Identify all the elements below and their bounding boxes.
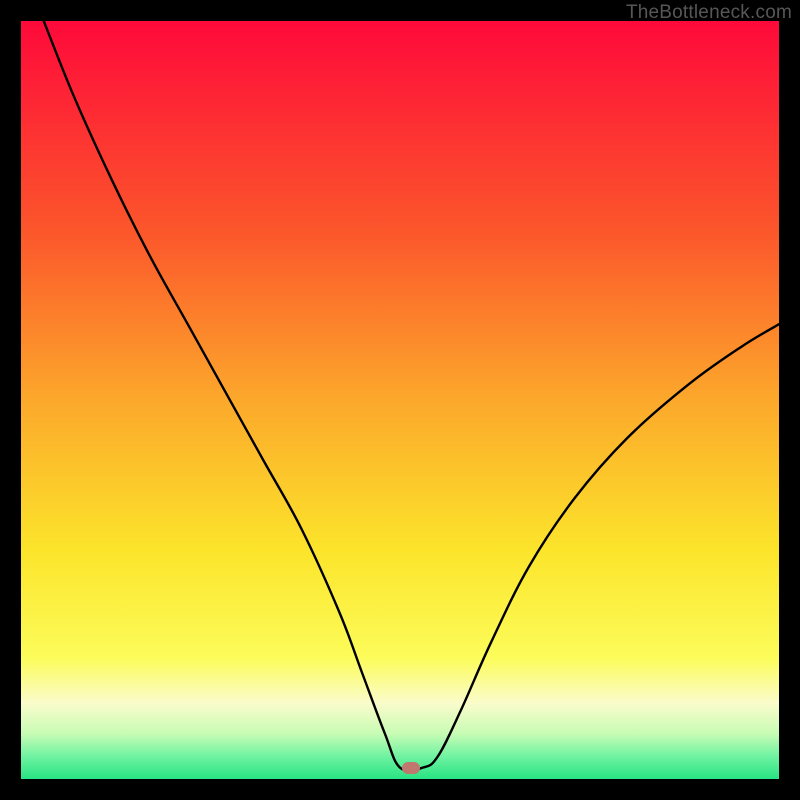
gradient-background (21, 21, 779, 779)
optimum-marker (402, 762, 420, 774)
watermark-text: TheBottleneck.com (626, 2, 792, 24)
plot-area (21, 21, 779, 779)
chart-frame: TheBottleneck.com (0, 0, 800, 800)
